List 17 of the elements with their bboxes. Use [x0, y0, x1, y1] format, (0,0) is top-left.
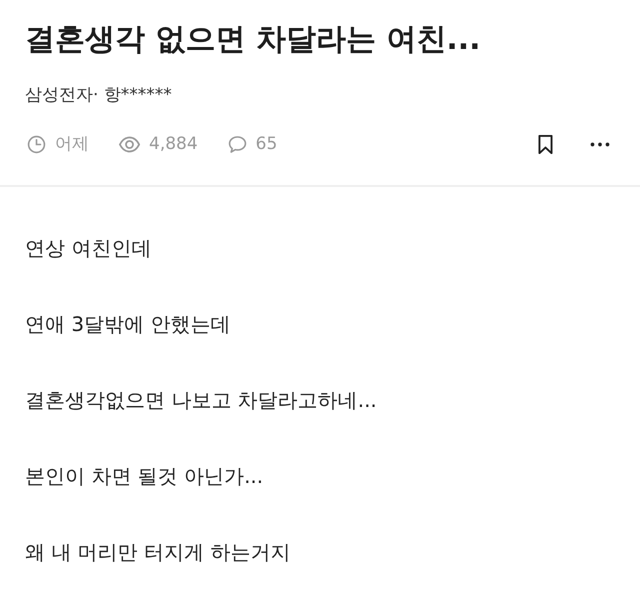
body-text-line: 결혼생각없으면 나보고 차달라고하네... [25, 387, 377, 414]
author-info: 삼성전자· 항****** [25, 84, 172, 106]
speech-bubble-icon [228, 134, 247, 154]
bookmark-icon [537, 134, 554, 154]
post-time: 어제 [55, 133, 89, 155]
post-title: 결혼생각 없으면 차달라는 여친... [25, 21, 481, 59]
comment-count: 65 [256, 133, 278, 155]
more-button[interactable] [590, 142, 610, 146]
more-icon [590, 142, 610, 146]
body-text-line: 본인이 차면 될것 아닌가... [25, 463, 264, 490]
body-text-line: 연애 3달밖에 안했는데 [25, 311, 230, 338]
body-text-line: 연상 여친인데 [25, 235, 152, 262]
clock-icon [27, 134, 46, 154]
body-text-line: 왜 내 머리만 터지게 하는거지 [25, 539, 290, 566]
bookmark-button[interactable] [537, 134, 554, 154]
eye-icon [119, 134, 140, 154]
view-count: 4,884 [149, 133, 198, 155]
